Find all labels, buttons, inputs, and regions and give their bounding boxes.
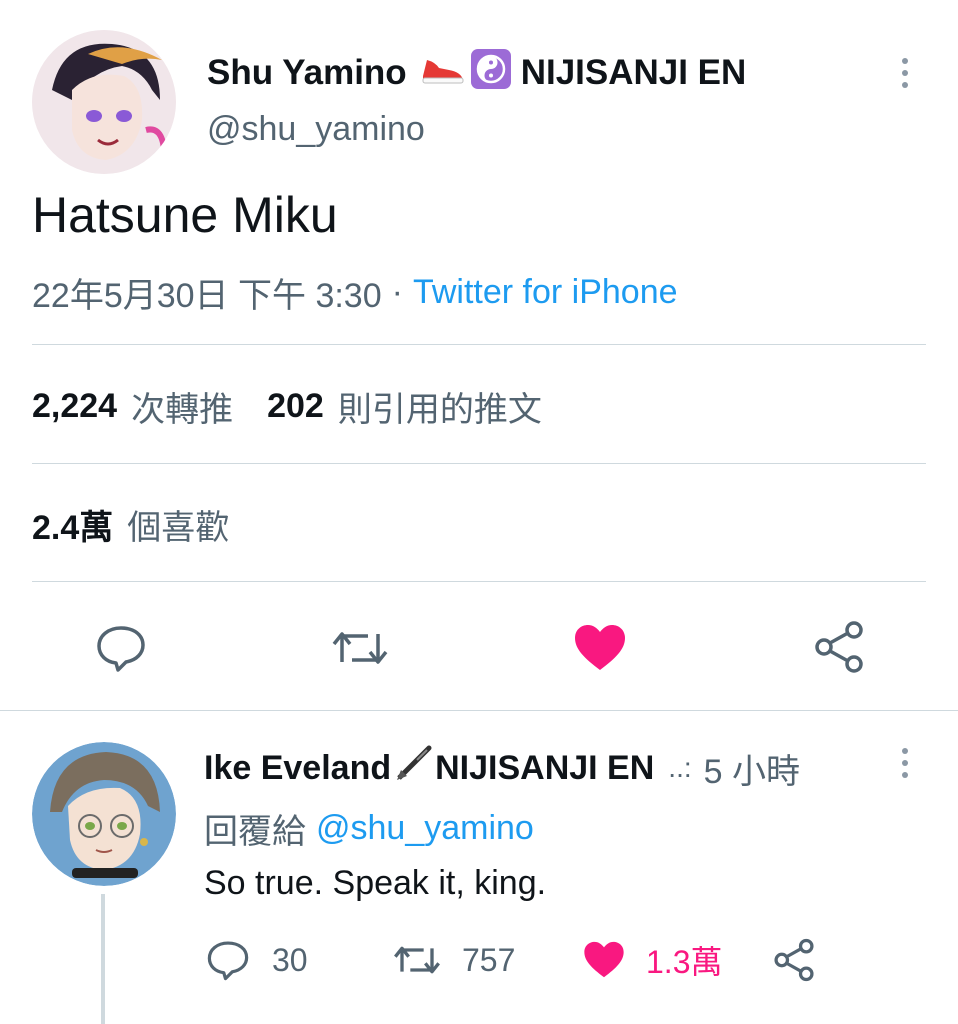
tweet-meta: 22年5月30日 下午 3:30 · Twitter for iPhone bbox=[32, 268, 678, 317]
like-count: 1.3萬 bbox=[646, 944, 723, 980]
retweets-label[interactable]: 次轉推 bbox=[131, 382, 233, 431]
reply-action-like[interactable]: 1.3萬 bbox=[582, 938, 723, 982]
share-icon[interactable] bbox=[772, 938, 816, 982]
quotes-label[interactable]: 則引用的推文 bbox=[338, 382, 542, 431]
replying-to: 回覆給 @shu_yamino bbox=[204, 804, 534, 853]
reply-action-reply[interactable]: 30 bbox=[206, 938, 308, 982]
quotes-count[interactable]: 202 bbox=[267, 387, 324, 426]
reply-time[interactable]: 5 小時 bbox=[704, 744, 800, 793]
retweet-count: 757 bbox=[462, 941, 516, 978]
reply-action-retweet[interactable]: 757 bbox=[392, 938, 515, 982]
share-icon[interactable] bbox=[812, 620, 866, 674]
reply-icon[interactable] bbox=[95, 622, 147, 674]
tweet-text: Hatsune Miku bbox=[32, 187, 338, 243]
retweet-icon[interactable] bbox=[392, 938, 442, 982]
tweet-source[interactable]: Twitter for iPhone bbox=[413, 273, 678, 312]
heart-icon[interactable] bbox=[582, 938, 626, 982]
reply-author-name[interactable]: Ike Eveland bbox=[204, 749, 391, 788]
engagement-row: 2,224 次轉推 202 則引用的推文 bbox=[32, 382, 542, 431]
divider bbox=[32, 581, 926, 582]
section-divider bbox=[0, 710, 958, 711]
sneaker-emoji bbox=[419, 52, 465, 95]
divider bbox=[32, 344, 926, 345]
reply-more-icon[interactable] bbox=[900, 748, 910, 778]
more-icon[interactable] bbox=[900, 58, 910, 88]
author-suffix: NIJISANJI EN bbox=[520, 53, 747, 92]
reply-ellipsis: ..: bbox=[668, 752, 692, 783]
likes-row: 2.4萬 個喜歡 bbox=[32, 500, 229, 549]
reply-text: So true. Speak it, king. bbox=[204, 864, 547, 902]
retweet-icon[interactable] bbox=[330, 622, 390, 674]
heart-icon[interactable] bbox=[572, 622, 628, 674]
author-name[interactable]: Shu Yamino bbox=[207, 53, 407, 93]
reply-count: 30 bbox=[272, 941, 308, 978]
likes-label[interactable]: 個喜歡 bbox=[127, 500, 229, 549]
replying-prefix: 回覆給 bbox=[204, 813, 306, 851]
replying-handle[interactable]: @shu_yamino bbox=[316, 809, 534, 848]
retweets-count[interactable]: 2,224 bbox=[32, 387, 117, 426]
fountain-pen-emoji bbox=[393, 744, 433, 793]
tweet-timestamp[interactable]: 22年5月30日 下午 3:30 bbox=[32, 268, 382, 317]
divider bbox=[32, 463, 926, 464]
meta-separator: · bbox=[391, 273, 403, 311]
ike-avatar[interactable] bbox=[32, 742, 176, 886]
likes-count[interactable]: 2.4萬 bbox=[32, 500, 113, 549]
thread-line bbox=[101, 894, 105, 1024]
reply-header: Ike Eveland NIJISANJI EN ..: 5 小時 bbox=[204, 744, 800, 793]
reply-icon[interactable] bbox=[206, 938, 250, 982]
yin-yang-emoji bbox=[470, 48, 511, 98]
reply-author-suffix: NIJISANJI EN bbox=[435, 748, 655, 787]
shu-avatar[interactable] bbox=[32, 30, 176, 174]
author-handle[interactable]: @shu_yamino bbox=[207, 110, 425, 149]
author-line: Shu Yamino NIJISANJI EN bbox=[207, 48, 747, 98]
